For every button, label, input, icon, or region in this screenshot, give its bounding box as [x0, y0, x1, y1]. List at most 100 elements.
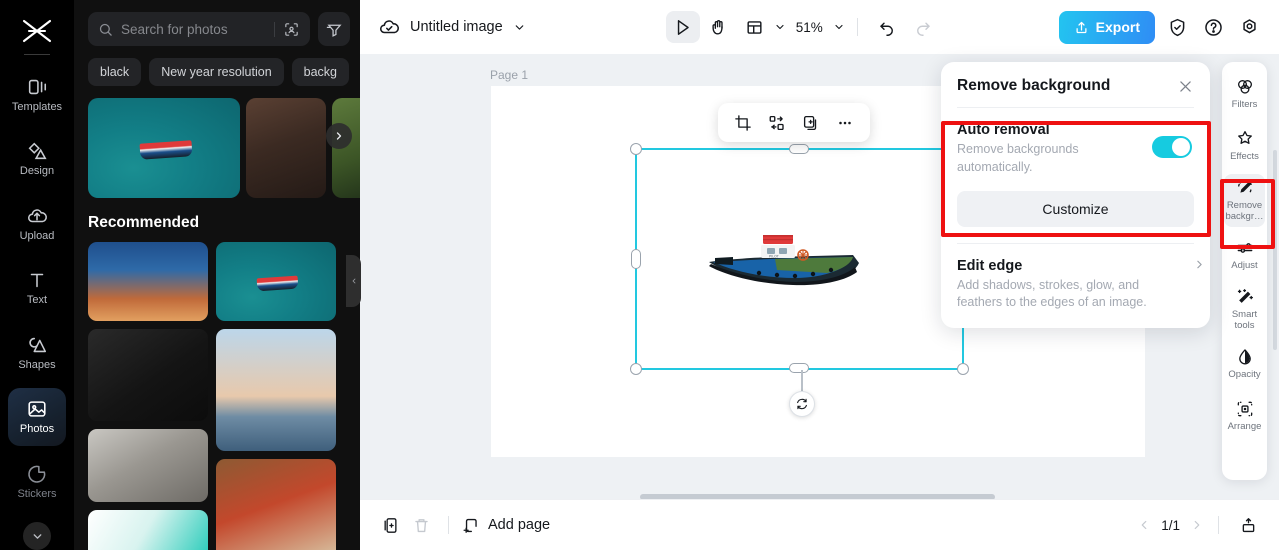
photo-carousel [74, 86, 360, 198]
search-input[interactable]: Search for photos [88, 12, 310, 46]
layout-tool-button[interactable] [738, 11, 772, 43]
page-indicator: 1/1 [1161, 517, 1180, 533]
photo-thumbnail[interactable] [216, 329, 336, 451]
chevron-left-icon [352, 278, 355, 284]
resize-handle-bottom-left[interactable] [630, 363, 642, 375]
chevron-right-icon[interactable] [1190, 518, 1204, 532]
add-page-button[interactable]: Add page [461, 516, 550, 535]
sidebar-item-upload[interactable]: Upload [8, 195, 66, 253]
sidebar-item-label: Templates [11, 100, 63, 113]
add-page-label: Add page [488, 517, 551, 533]
replace-button[interactable] [762, 108, 792, 138]
select-tool-button[interactable] [665, 11, 700, 43]
sidebar-item-photos[interactable]: Photos [8, 388, 66, 446]
settings-button[interactable] [1235, 13, 1263, 41]
redo-icon [916, 22, 930, 36]
tool-effects[interactable]: Effects [1224, 122, 1265, 170]
export-label: Export [1095, 19, 1140, 35]
resize-handle-bottom-right[interactable] [957, 363, 969, 375]
rotate-handle[interactable] [789, 391, 815, 417]
chevron-down-icon[interactable] [833, 21, 845, 33]
cloud-saved-icon [379, 20, 399, 34]
replace-icon [769, 115, 784, 130]
photo-thumbnail[interactable] [88, 429, 208, 502]
sidebar-item-text[interactable]: Text [8, 259, 66, 317]
more-button[interactable] [830, 108, 860, 138]
sidebar-item-design[interactable]: Design [8, 130, 66, 188]
chevron-left-icon[interactable] [1137, 518, 1151, 532]
hand-tool-button[interactable] [702, 11, 736, 43]
export-page-button[interactable] [1233, 510, 1263, 540]
close-icon[interactable] [1177, 78, 1194, 95]
trash-icon [414, 518, 428, 532]
sidebar-item-templates[interactable]: Templates [8, 66, 66, 124]
duplicate-button[interactable] [796, 108, 826, 138]
chip-new-year-resolution[interactable]: New year resolution [149, 58, 284, 86]
export-button[interactable]: Export [1058, 10, 1155, 44]
section-title-recommended: Recommended [88, 214, 200, 231]
photo-thumbnail[interactable] [88, 242, 208, 321]
shield-check-button[interactable] [1163, 13, 1191, 41]
delete-page-button[interactable] [406, 510, 436, 540]
chip-background[interactable]: backg [291, 58, 350, 86]
search-divider [274, 21, 275, 37]
photo-thumbnail[interactable] [88, 98, 240, 198]
chevron-right-icon[interactable] [326, 123, 352, 149]
shield-check-icon [1170, 18, 1184, 36]
sidebar-item-shapes[interactable]: Shapes [8, 324, 66, 382]
add-page-icon [463, 518, 477, 533]
left-rail: Templates Design Upload Text Shapes Phot… [0, 0, 74, 550]
customize-button[interactable]: Customize [957, 190, 1194, 227]
crop-icon [735, 114, 751, 131]
tool-remove-background[interactable]: Remove backgr… [1224, 174, 1265, 227]
photo-thumbnail[interactable] [216, 459, 336, 550]
tool-label: Opacity [1228, 368, 1261, 380]
resize-handle-top[interactable] [789, 144, 809, 154]
resize-handle-left[interactable] [631, 249, 641, 269]
panel-header: Remove background [941, 62, 1210, 107]
duplicate-page-button[interactable] [376, 510, 406, 540]
sidebar-item-stickers[interactable]: Stickers [8, 453, 66, 511]
remove-background-panel: Remove background Auto removal Remove ba… [941, 62, 1210, 328]
rail-divider [24, 53, 50, 55]
chevron-down-icon[interactable] [23, 522, 51, 550]
chevron-down-icon[interactable] [774, 21, 786, 33]
tool-label: Adjust [1231, 259, 1258, 271]
tool-filters[interactable]: Filters [1224, 70, 1265, 118]
chevron-down-icon[interactable] [513, 21, 526, 34]
panel-title: Remove background [957, 77, 1111, 94]
bottom-divider [448, 516, 449, 534]
tool-adjust[interactable]: Adjust [1224, 231, 1265, 279]
document-title[interactable]: Untitled image [410, 19, 503, 35]
tool-opacity[interactable]: Opacity [1224, 340, 1265, 388]
toolbar-divider [856, 18, 858, 36]
crop-button[interactable] [728, 108, 758, 138]
export-page-icon [1242, 517, 1254, 532]
photo-thumbnail[interactable] [216, 242, 336, 321]
resize-handle-bottom[interactable] [789, 363, 809, 373]
edit-edge-section[interactable]: Edit edge Add shadows, strokes, glow, an… [941, 244, 1210, 329]
chip-black[interactable]: black [88, 58, 142, 86]
photo-thumbnail[interactable] [246, 98, 326, 198]
auto-removal-toggle[interactable] [1152, 136, 1192, 158]
panel-collapse-handle[interactable] [346, 255, 361, 307]
capcut-editor-window: Templates Design Upload Text Shapes Phot… [0, 0, 1279, 550]
photo-thumbnail[interactable] [88, 329, 208, 421]
resize-handle-top-left[interactable] [630, 143, 642, 155]
tool-smart-tools[interactable]: Smart tools [1224, 283, 1265, 336]
help-button[interactable] [1199, 13, 1227, 41]
undo-button[interactable] [870, 11, 904, 43]
tool-arrange[interactable]: Arrange [1224, 392, 1265, 440]
photo-thumbnail[interactable] [88, 510, 208, 550]
capcut-logo-icon[interactable] [17, 14, 57, 48]
more-horizontal-icon [839, 121, 851, 124]
undo-icon [880, 22, 893, 36]
visual-search-icon[interactable] [283, 21, 300, 38]
bottom-divider [1218, 516, 1219, 534]
chevron-right-icon[interactable] [1193, 258, 1206, 271]
redo-button[interactable] [906, 11, 940, 43]
filter-button[interactable] [318, 12, 350, 46]
right-toolbar-scrollbar[interactable] [1273, 150, 1277, 350]
page-navigation: 1/1 [1137, 510, 1263, 540]
search-row: Search for photos [74, 0, 360, 46]
